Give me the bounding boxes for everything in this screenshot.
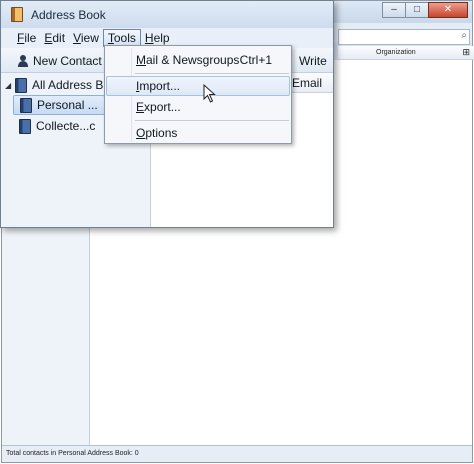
search-input[interactable]: ⌕ [338,29,470,45]
menu-view[interactable]: View [69,29,103,47]
menu-item-export[interactable]: Export... [106,97,290,117]
window-title: Address Book [31,8,106,22]
maximize-button[interactable]: □ [405,2,429,18]
tools-menu: Mail & Newsgroups Ctrl+1 Import... Expor… [104,45,292,144]
new-contact-label: New Contact [33,54,102,68]
person-icon [17,54,29,68]
status-bar: Total contacts in Personal Address Book:… [2,445,472,462]
menu-edit[interactable]: Edit [40,29,69,47]
address-book-icon [19,118,31,134]
close-button[interactable]: ✕ [428,2,468,18]
new-contact-button[interactable]: New Contact [17,52,102,70]
contacts-column-header: Organization ⊞ [338,46,474,60]
address-book-icon [20,97,32,113]
column-email[interactable]: Email [292,76,322,90]
tree-item-label: All Address B [32,78,104,92]
menu-separator [135,73,289,74]
search-icon[interactable]: ⌕ [461,30,467,41]
tree-item-label: Collecte...c [36,119,96,133]
menu-item-mail-newsgroups[interactable]: Mail & Newsgroups Ctrl+1 [106,50,290,70]
title-bar: Address Book [1,1,333,28]
tree-item-label: Personal ... [37,98,98,112]
minimize-button[interactable]: – [382,2,406,18]
column-picker-icon[interactable]: ⊞ [462,47,470,58]
write-button[interactable]: Write [284,52,327,70]
column-organization[interactable]: Organization [376,49,416,56]
caption-buttons: – □ ✕ [382,2,468,19]
shortcut-label: Ctrl+1 [239,53,272,67]
mouse-pointer-icon [203,84,216,103]
collapse-triangle-icon[interactable]: ◢ [5,81,13,90]
tree-item-personal[interactable]: Personal ... [13,95,105,115]
address-book-icon [11,7,23,22]
menu-file[interactable]: File [13,29,40,47]
menu-item-import[interactable]: Import... [106,76,290,96]
write-label: Write [299,54,327,68]
address-book-icon [15,77,27,93]
menu-item-options[interactable]: Options [106,123,290,143]
menu-separator [135,120,289,121]
